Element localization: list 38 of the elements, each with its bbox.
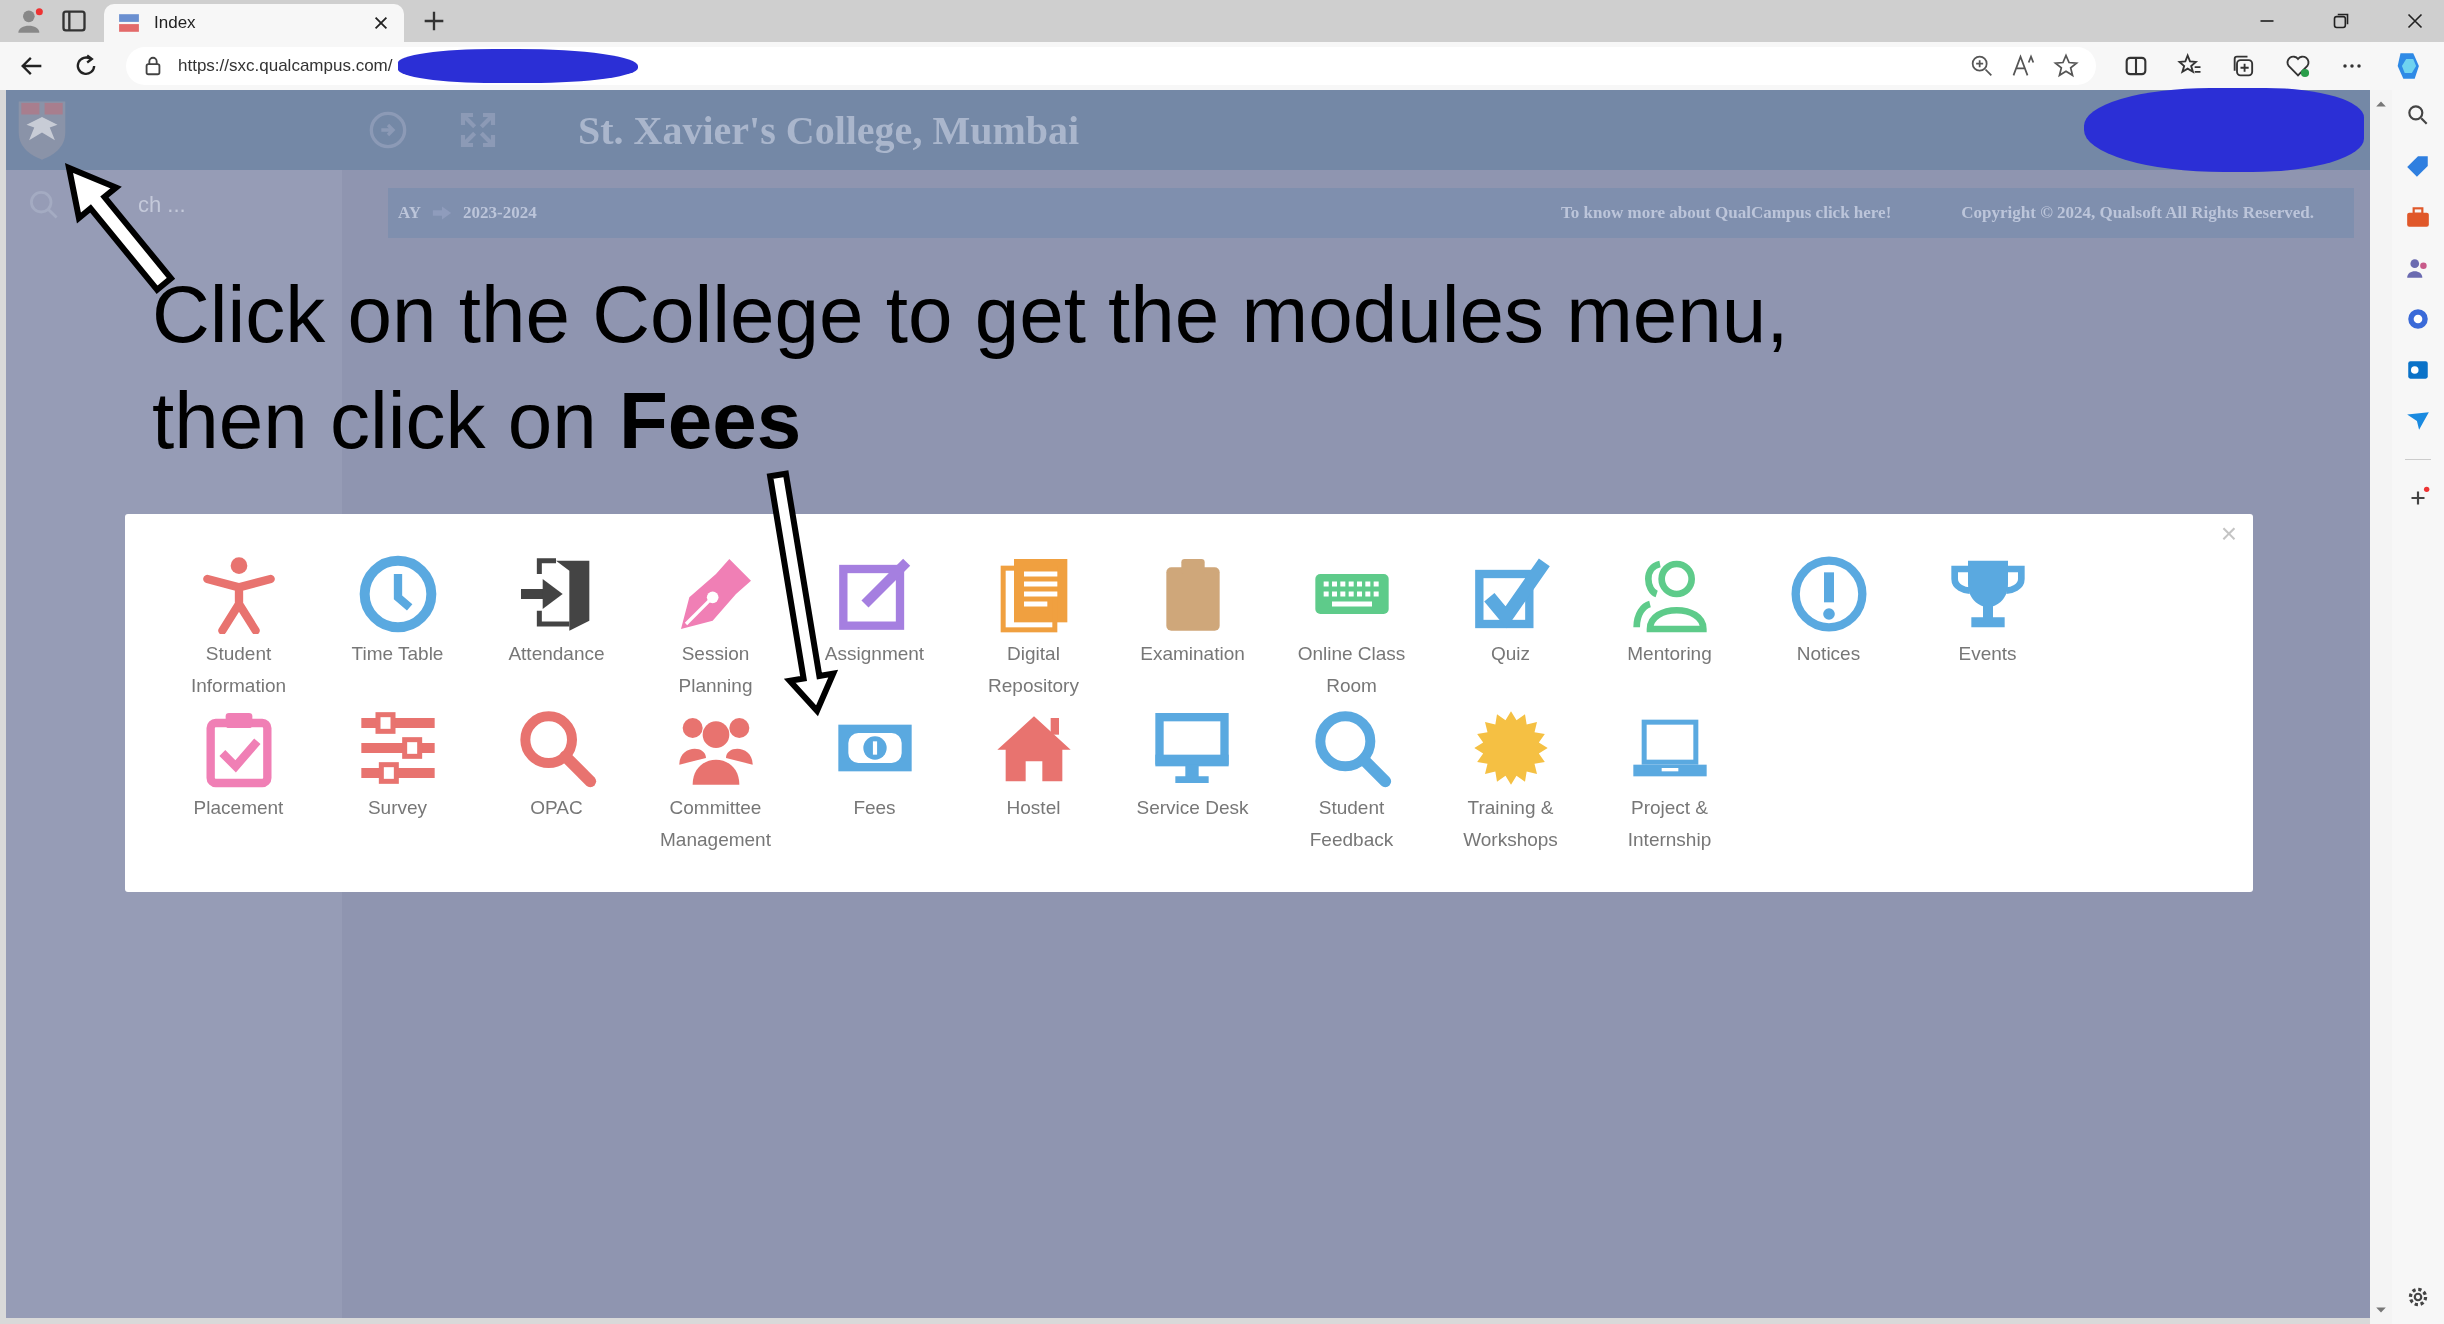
copyright-text: Copyright © 2024, Qualsoft All Rights Reserved.	[1961, 203, 2314, 223]
close-icon[interactable]	[372, 14, 390, 32]
module-button[interactable]: Training & Workshops	[1448, 708, 1573, 856]
module-button[interactable]: Digital Repository	[971, 554, 1096, 702]
module-button[interactable]: OPAC	[516, 708, 597, 824]
module-button[interactable]: Quiz	[1470, 554, 1551, 670]
module-button[interactable]: Placement	[193, 708, 284, 824]
tag-icon[interactable]	[2405, 153, 2431, 179]
tab-title: Index	[154, 13, 197, 33]
module-button[interactable]: Fees	[834, 708, 915, 824]
profile-icon[interactable]	[16, 7, 44, 35]
module-button[interactable]: Survey	[357, 708, 438, 824]
module-button[interactable]: Examination	[1140, 554, 1245, 670]
toolbox-icon[interactable]	[2405, 204, 2431, 230]
clock-icon	[357, 554, 438, 634]
module-button[interactable]: Session Planning	[653, 554, 778, 702]
module-button[interactable]: Time Table	[351, 554, 444, 670]
module-button[interactable]: Hostel	[993, 708, 1074, 824]
annotation-text: then click on Fees	[152, 375, 803, 467]
module-button[interactable]: Committee Management	[653, 708, 778, 856]
module-button[interactable]: Student Feedback	[1289, 708, 1414, 856]
module-button[interactable]: Assignment	[824, 554, 925, 670]
favicon-icon	[118, 12, 140, 34]
module-button[interactable]: Events	[1947, 554, 2028, 670]
module-button[interactable]: Project & Internship	[1607, 708, 1732, 856]
url-text: https://sxc.qualcampus.com/	[178, 56, 393, 76]
annotation-text: Click on the College to get the modules menu,	[152, 269, 1789, 361]
academic-year: 2023-2024	[463, 203, 537, 223]
star-icon[interactable]	[2052, 52, 2080, 80]
module-button[interactable]: Mentoring	[1627, 554, 1712, 670]
browser-tab[interactable]: Index	[104, 4, 404, 42]
address-bar[interactable]: https://sxc.qualcampus.com/	[126, 47, 2096, 85]
year-label: AY	[398, 203, 421, 223]
module-button[interactable]: Attendance	[508, 554, 605, 670]
module-button[interactable]: Student Information	[176, 554, 301, 702]
module-button[interactable]: Service Desk	[1136, 708, 1249, 824]
module-button[interactable]: Online Class Room	[1289, 554, 1414, 702]
module-button[interactable]: Notices	[1788, 554, 1869, 670]
